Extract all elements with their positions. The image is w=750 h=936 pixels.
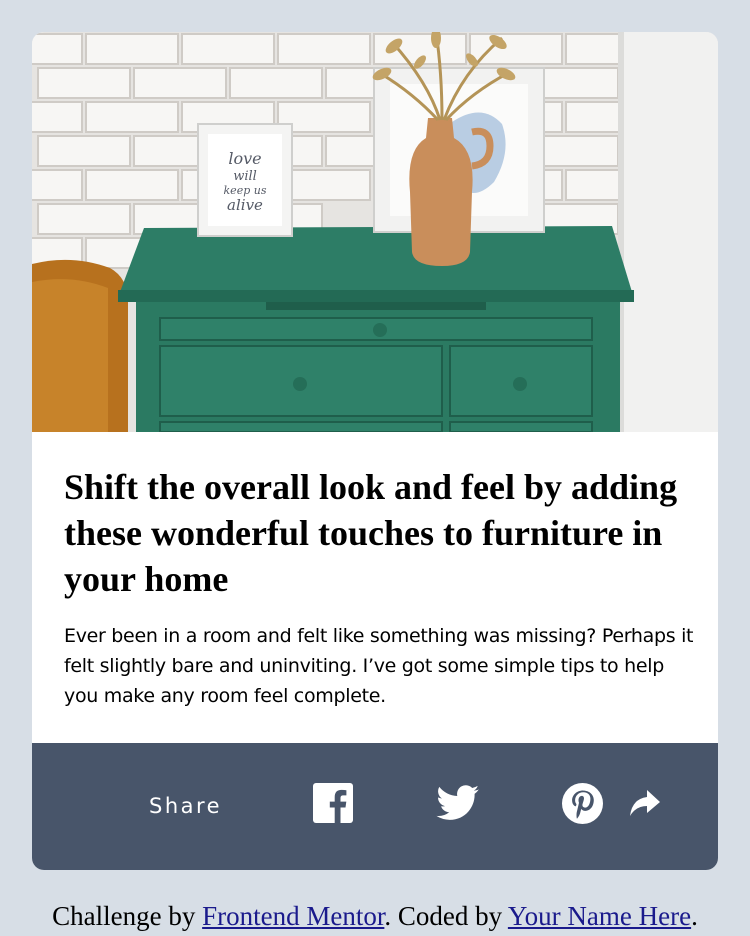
share-label: Share bbox=[149, 794, 223, 818]
attribution-suffix: . bbox=[691, 901, 698, 931]
svg-text:alive: alive bbox=[227, 196, 263, 214]
article-description: Ever been in a room and felt like someth… bbox=[64, 625, 694, 707]
attribution-prefix: Challenge by bbox=[52, 901, 203, 931]
article-title: Shift the overall look and feel by addin… bbox=[64, 467, 678, 599]
article-image: love will keep us alive bbox=[32, 32, 718, 432]
svg-text:love: love bbox=[228, 149, 261, 168]
twitter-icon[interactable] bbox=[436, 785, 480, 821]
frontend-mentor-link[interactable]: Frontend Mentor bbox=[202, 901, 384, 931]
article-card: love will keep us alive Shift the overal… bbox=[32, 32, 718, 870]
share-arrow-icon[interactable] bbox=[629, 789, 661, 819]
author-link[interactable]: Your Name Here bbox=[508, 901, 691, 931]
svg-text:will: will bbox=[233, 169, 257, 184]
share-bar: Share bbox=[32, 743, 718, 870]
facebook-icon[interactable] bbox=[313, 783, 353, 823]
pinterest-icon[interactable] bbox=[562, 783, 603, 824]
attribution-footer: Challenge by Frontend Mentor. Coded by Y… bbox=[0, 898, 750, 934]
article-body: Shift the overall look and feel by addin… bbox=[32, 432, 718, 743]
attribution-middle: . Coded by bbox=[384, 901, 508, 931]
